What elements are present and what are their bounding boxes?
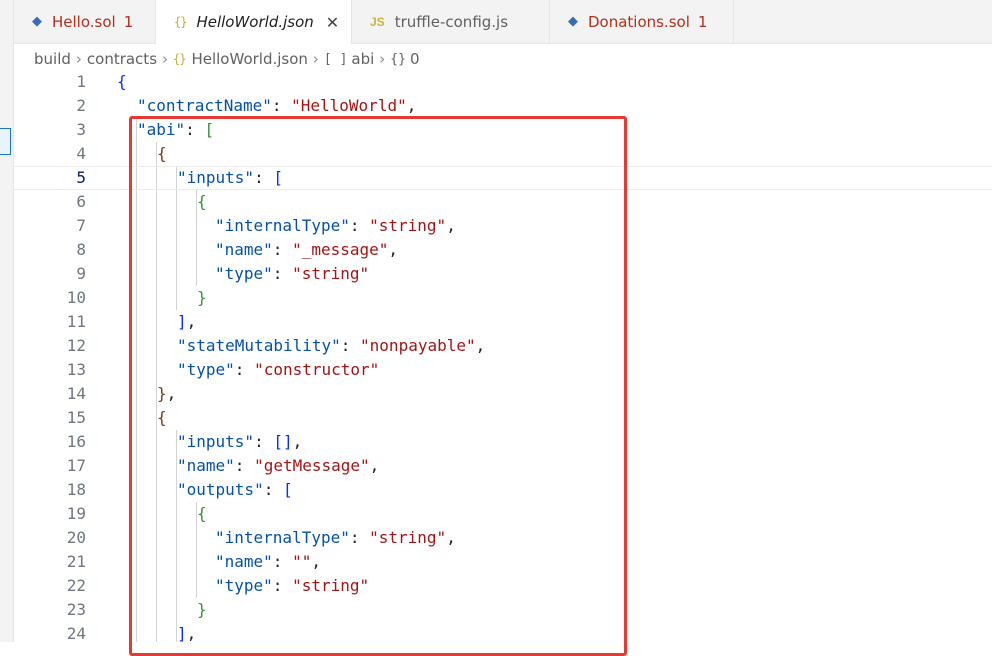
tab-bar: ◆ Hello.sol 1 {} HelloWorld.json ✕ JS tr… (14, 0, 992, 44)
line-number: 11 (66, 312, 86, 331)
line-number: 12 (66, 336, 86, 355)
json-string-value: "HelloWorld" (291, 96, 407, 115)
js-icon: JS (370, 14, 385, 29)
solidity-icon: ◆ (568, 14, 578, 29)
chevron-right-icon: › (312, 50, 319, 68)
tab-donations-sol[interactable]: ◆ Donations.sol 1 (550, 0, 734, 43)
code-line: 1{ (14, 70, 992, 94)
line-number: 7 (76, 216, 86, 235)
breadcrumb-item-contracts[interactable]: contracts (87, 50, 157, 68)
tab-label: HelloWorld.json (196, 13, 314, 31)
json-icon: {} (173, 52, 186, 66)
line-number: 14 (66, 384, 86, 403)
line-number: 8 (76, 240, 86, 259)
tab-label: Hello.sol (52, 12, 116, 31)
line-number: 17 (66, 456, 86, 475)
line-number: 20 (66, 528, 86, 547)
line-number: 9 (76, 264, 86, 283)
line-number: 24 (66, 624, 86, 643)
breadcrumb-item-file[interactable]: HelloWorld.json (191, 50, 307, 68)
line-number: 19 (66, 504, 86, 523)
chevron-right-icon: › (379, 50, 386, 68)
line-number: 22 (66, 576, 86, 595)
array-icon: [ ] (323, 51, 348, 67)
line-number: 15 (66, 408, 86, 427)
json-icon: {} (174, 15, 187, 29)
line-number: 2 (76, 96, 86, 115)
tab-helloworld-json[interactable]: {} HelloWorld.json ✕ (156, 0, 352, 44)
breadcrumb-item-build[interactable]: build (34, 50, 71, 68)
line-number: 21 (66, 552, 86, 571)
tab-hello-sol[interactable]: ◆ Hello.sol 1 (14, 0, 156, 43)
activity-bar-strip (0, 0, 14, 642)
problem-count-badge: 1 (123, 12, 134, 31)
chevron-right-icon: › (162, 50, 169, 68)
chevron-right-icon: › (75, 50, 82, 68)
line-number: 6 (76, 192, 86, 211)
tab-label: truffle-config.js (394, 12, 509, 31)
line-number: 5 (76, 168, 86, 187)
line-number: 16 (66, 432, 86, 451)
close-icon[interactable]: ✕ (326, 13, 339, 32)
tab-truffle-config-js[interactable]: JS truffle-config.js (352, 0, 550, 43)
gutter-indicator (0, 128, 11, 155)
line-number: 3 (76, 120, 86, 139)
object-icon: {} (390, 51, 406, 67)
problem-count-badge: 1 (697, 12, 708, 31)
line-number: 4 (76, 144, 86, 163)
breadcrumb: build › contracts › {} HelloWorld.json ›… (34, 49, 420, 69)
tab-label: Donations.sol (588, 12, 690, 31)
json-key: "contractName" (137, 96, 272, 115)
breadcrumb-item-abi[interactable]: abi (351, 50, 374, 68)
line-number: 13 (66, 360, 86, 379)
line-number: 23 (66, 600, 86, 619)
line-number: 18 (66, 480, 86, 499)
line-number: 1 (76, 72, 86, 91)
code-line: 2 "contractName": "HelloWorld", (14, 94, 992, 118)
line-number: 10 (66, 288, 86, 307)
breadcrumb-item-index[interactable]: 0 (410, 50, 420, 68)
red-highlight-box (129, 116, 627, 656)
solidity-icon: ◆ (32, 14, 42, 29)
